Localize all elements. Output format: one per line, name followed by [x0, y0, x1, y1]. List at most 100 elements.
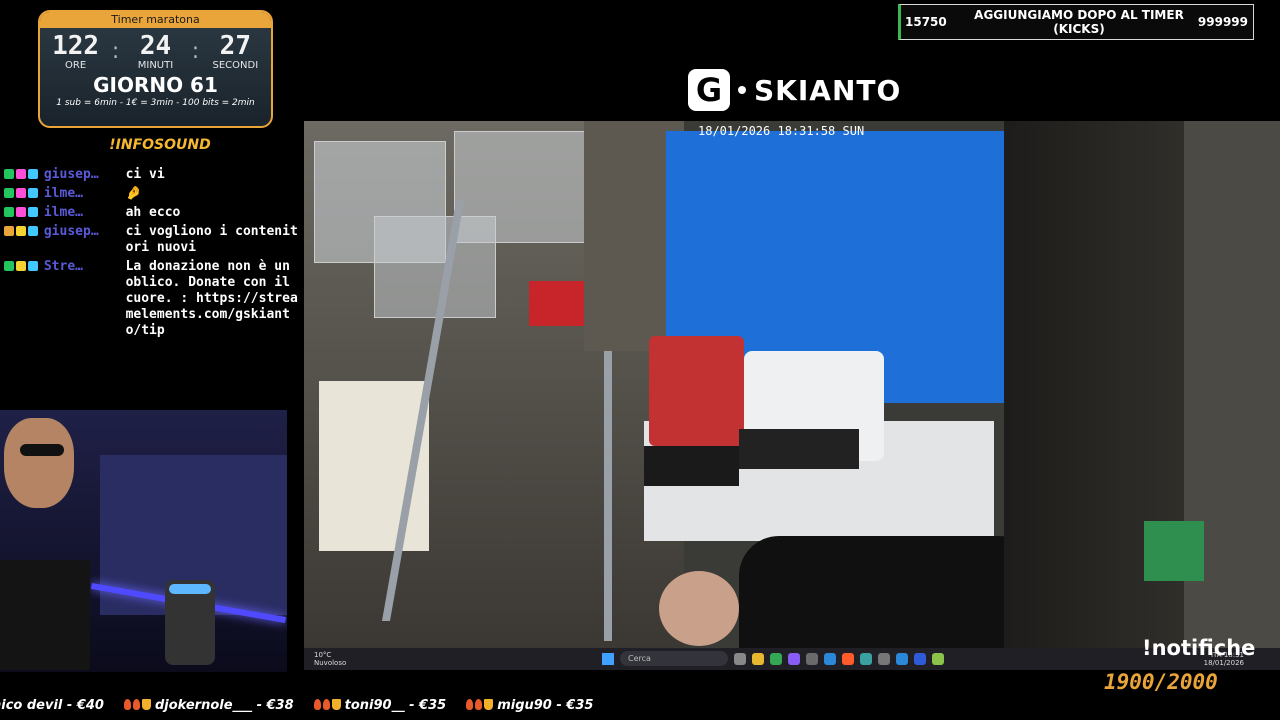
- sub-goal-counter: 1900/2000: [1104, 670, 1218, 694]
- kicks-current: 15750: [905, 15, 947, 29]
- kicks-title: AGGIUNGIAMO DOPO AL TIMER (KICKS): [974, 8, 1184, 36]
- timer-separator: :: [191, 39, 200, 64]
- chat-badges: [0, 224, 44, 256]
- timer-minutes-label: MINUTI: [137, 60, 174, 71]
- chat-message: ilme… ah ecco: [0, 205, 300, 221]
- timer-rules: 1 sub = 6min - 1€ = 3min - 100 bits = 2m…: [56, 98, 255, 108]
- infosound-command: !INFOSOUND: [109, 137, 211, 153]
- chat-badge-icon: [28, 226, 38, 236]
- marathon-timer: Timer maratona 122 ORE : 24 MINUTI : 27 SEC…: [38, 10, 273, 128]
- ticker-amount: €35: [566, 698, 594, 713]
- taskbar-app-icon[interactable]: [896, 652, 908, 665]
- security-camera-view: 18/01/2026 18:31:58 SUN: [304, 121, 1280, 648]
- chat-badge-icon: [16, 188, 26, 198]
- ticker-amount: €35: [419, 698, 447, 713]
- donation-ticker: nico devil - €40 djokernole___ - €38 toni9…: [0, 698, 1272, 718]
- taskbar-app-icon[interactable]: [824, 652, 836, 665]
- chat-username[interactable]: ilme…: [44, 186, 126, 202]
- chat-badge-icon: [28, 207, 38, 217]
- timer-seconds: 27: [219, 31, 251, 61]
- trophy-icon: [484, 699, 494, 710]
- taskbar-app-icon[interactable]: [914, 652, 926, 665]
- trophy-icon: [141, 699, 151, 710]
- webcam-feed: [0, 410, 287, 672]
- timer-hours: 122: [52, 31, 100, 61]
- ticker-separator: -: [252, 698, 267, 713]
- ticker-name: nico devil: [0, 698, 63, 713]
- kicks-max: 999999: [1197, 15, 1248, 29]
- chat-text: ah ecco: [125, 205, 181, 220]
- chat-username[interactable]: giusep…: [44, 167, 126, 183]
- fire-icon: [466, 699, 474, 710]
- ticker-item: djokernole___ - €38: [123, 698, 294, 713]
- storage-box: [374, 216, 496, 318]
- ticker-separator: -: [62, 698, 77, 713]
- sunglasses: [20, 444, 64, 456]
- kicks-counter: 15750 AGGIUNGIAMO DOPO AL TIMER (KICKS) …: [898, 4, 1254, 40]
- green-object: [1144, 521, 1204, 581]
- ticker-name: djokernole___: [154, 698, 253, 713]
- chat-panel[interactable]: giusep… ci vi ilme… 🤌 ilme… ah ecco giusep… ci …: [0, 167, 300, 402]
- chat-text: ci vi: [125, 167, 165, 182]
- windows-start-icon[interactable]: [602, 652, 614, 665]
- taskbar-app-icon[interactable]: [878, 652, 890, 665]
- notifiche-command: !notifiche: [1142, 636, 1256, 660]
- chat-message: Stre… La donazione non è un oblico. Donat…: [0, 259, 300, 339]
- red-bag: [649, 336, 744, 446]
- chat-badges: [0, 186, 44, 202]
- taskbar-app-icon[interactable]: [734, 652, 746, 665]
- timer-separator: :: [111, 39, 120, 64]
- ticker-amount: €38: [266, 698, 294, 713]
- chat-text: 🤌: [125, 186, 142, 201]
- chat-badge-icon: [28, 261, 38, 271]
- taskbar-app-icon[interactable]: [788, 652, 800, 665]
- ticker-item: nico devil - €40: [0, 698, 104, 713]
- chat-username[interactable]: Stre…: [44, 259, 126, 339]
- chat-text: La donazione non è un oblico. Donate con…: [125, 259, 298, 338]
- chat-badge-icon: [4, 188, 14, 198]
- chat-badge-icon: [4, 261, 14, 271]
- chat-badge-icon: [16, 207, 26, 217]
- taskbar-app-icon[interactable]: [770, 652, 782, 665]
- person-back: [739, 536, 1039, 648]
- chat-message: ilme… 🤌: [0, 186, 300, 202]
- timer-minutes: 24: [139, 31, 172, 61]
- trophy-icon: [331, 699, 341, 710]
- chat-badge-icon: [28, 169, 38, 179]
- streamer-body: [0, 560, 90, 670]
- taskbar-app-icon[interactable]: [752, 652, 764, 665]
- fire-icon: [123, 699, 131, 710]
- weather-temp: 10°C: [314, 651, 332, 659]
- taskbar-app-icon[interactable]: [806, 652, 818, 665]
- taskbar-app-icon[interactable]: [842, 652, 854, 665]
- taskbar-app-icon[interactable]: [932, 652, 944, 665]
- clock-date: 18/01/2026: [1203, 659, 1244, 667]
- ticker-item: migu90 - €35: [466, 698, 593, 713]
- chat-badge-icon: [28, 188, 38, 198]
- ticker-name: toni90__: [344, 698, 405, 713]
- chat-badges: [0, 205, 44, 221]
- chat-badge-icon: [16, 261, 26, 271]
- streamer-avatar: [4, 418, 74, 508]
- person-head: [659, 571, 739, 646]
- taskbar-search[interactable]: Cerca: [620, 651, 728, 666]
- chat-badge-icon: [4, 207, 14, 217]
- ticker-name: migu90: [497, 698, 552, 713]
- chat-message: giusep… ci vogliono i contenitori nuovi: [0, 224, 300, 256]
- chat-username[interactable]: giusep…: [44, 224, 126, 256]
- chat-badge-icon: [4, 169, 14, 179]
- chat-username[interactable]: ilme…: [44, 205, 126, 221]
- chat-badge-icon: [16, 169, 26, 179]
- weather-desc: Nuvoloso: [314, 659, 347, 667]
- chat-badges: [0, 259, 44, 339]
- chat-message: giusep… ci vi: [0, 167, 300, 183]
- fire-icon: [475, 699, 483, 710]
- taskbar-app-icon[interactable]: [860, 652, 872, 665]
- chat-badge-icon: [4, 226, 14, 236]
- weather-widget[interactable]: 10°C Nuvoloso: [304, 651, 384, 667]
- keyboard: [739, 429, 859, 469]
- ticker-separator: -: [551, 698, 567, 713]
- windows-taskbar[interactable]: 10°C Nuvoloso Cerca ITA 18:31 18/01/2026: [304, 648, 1280, 670]
- timer-seconds-label: SECONDI: [212, 60, 259, 71]
- timer-title: Timer maratona: [40, 12, 271, 28]
